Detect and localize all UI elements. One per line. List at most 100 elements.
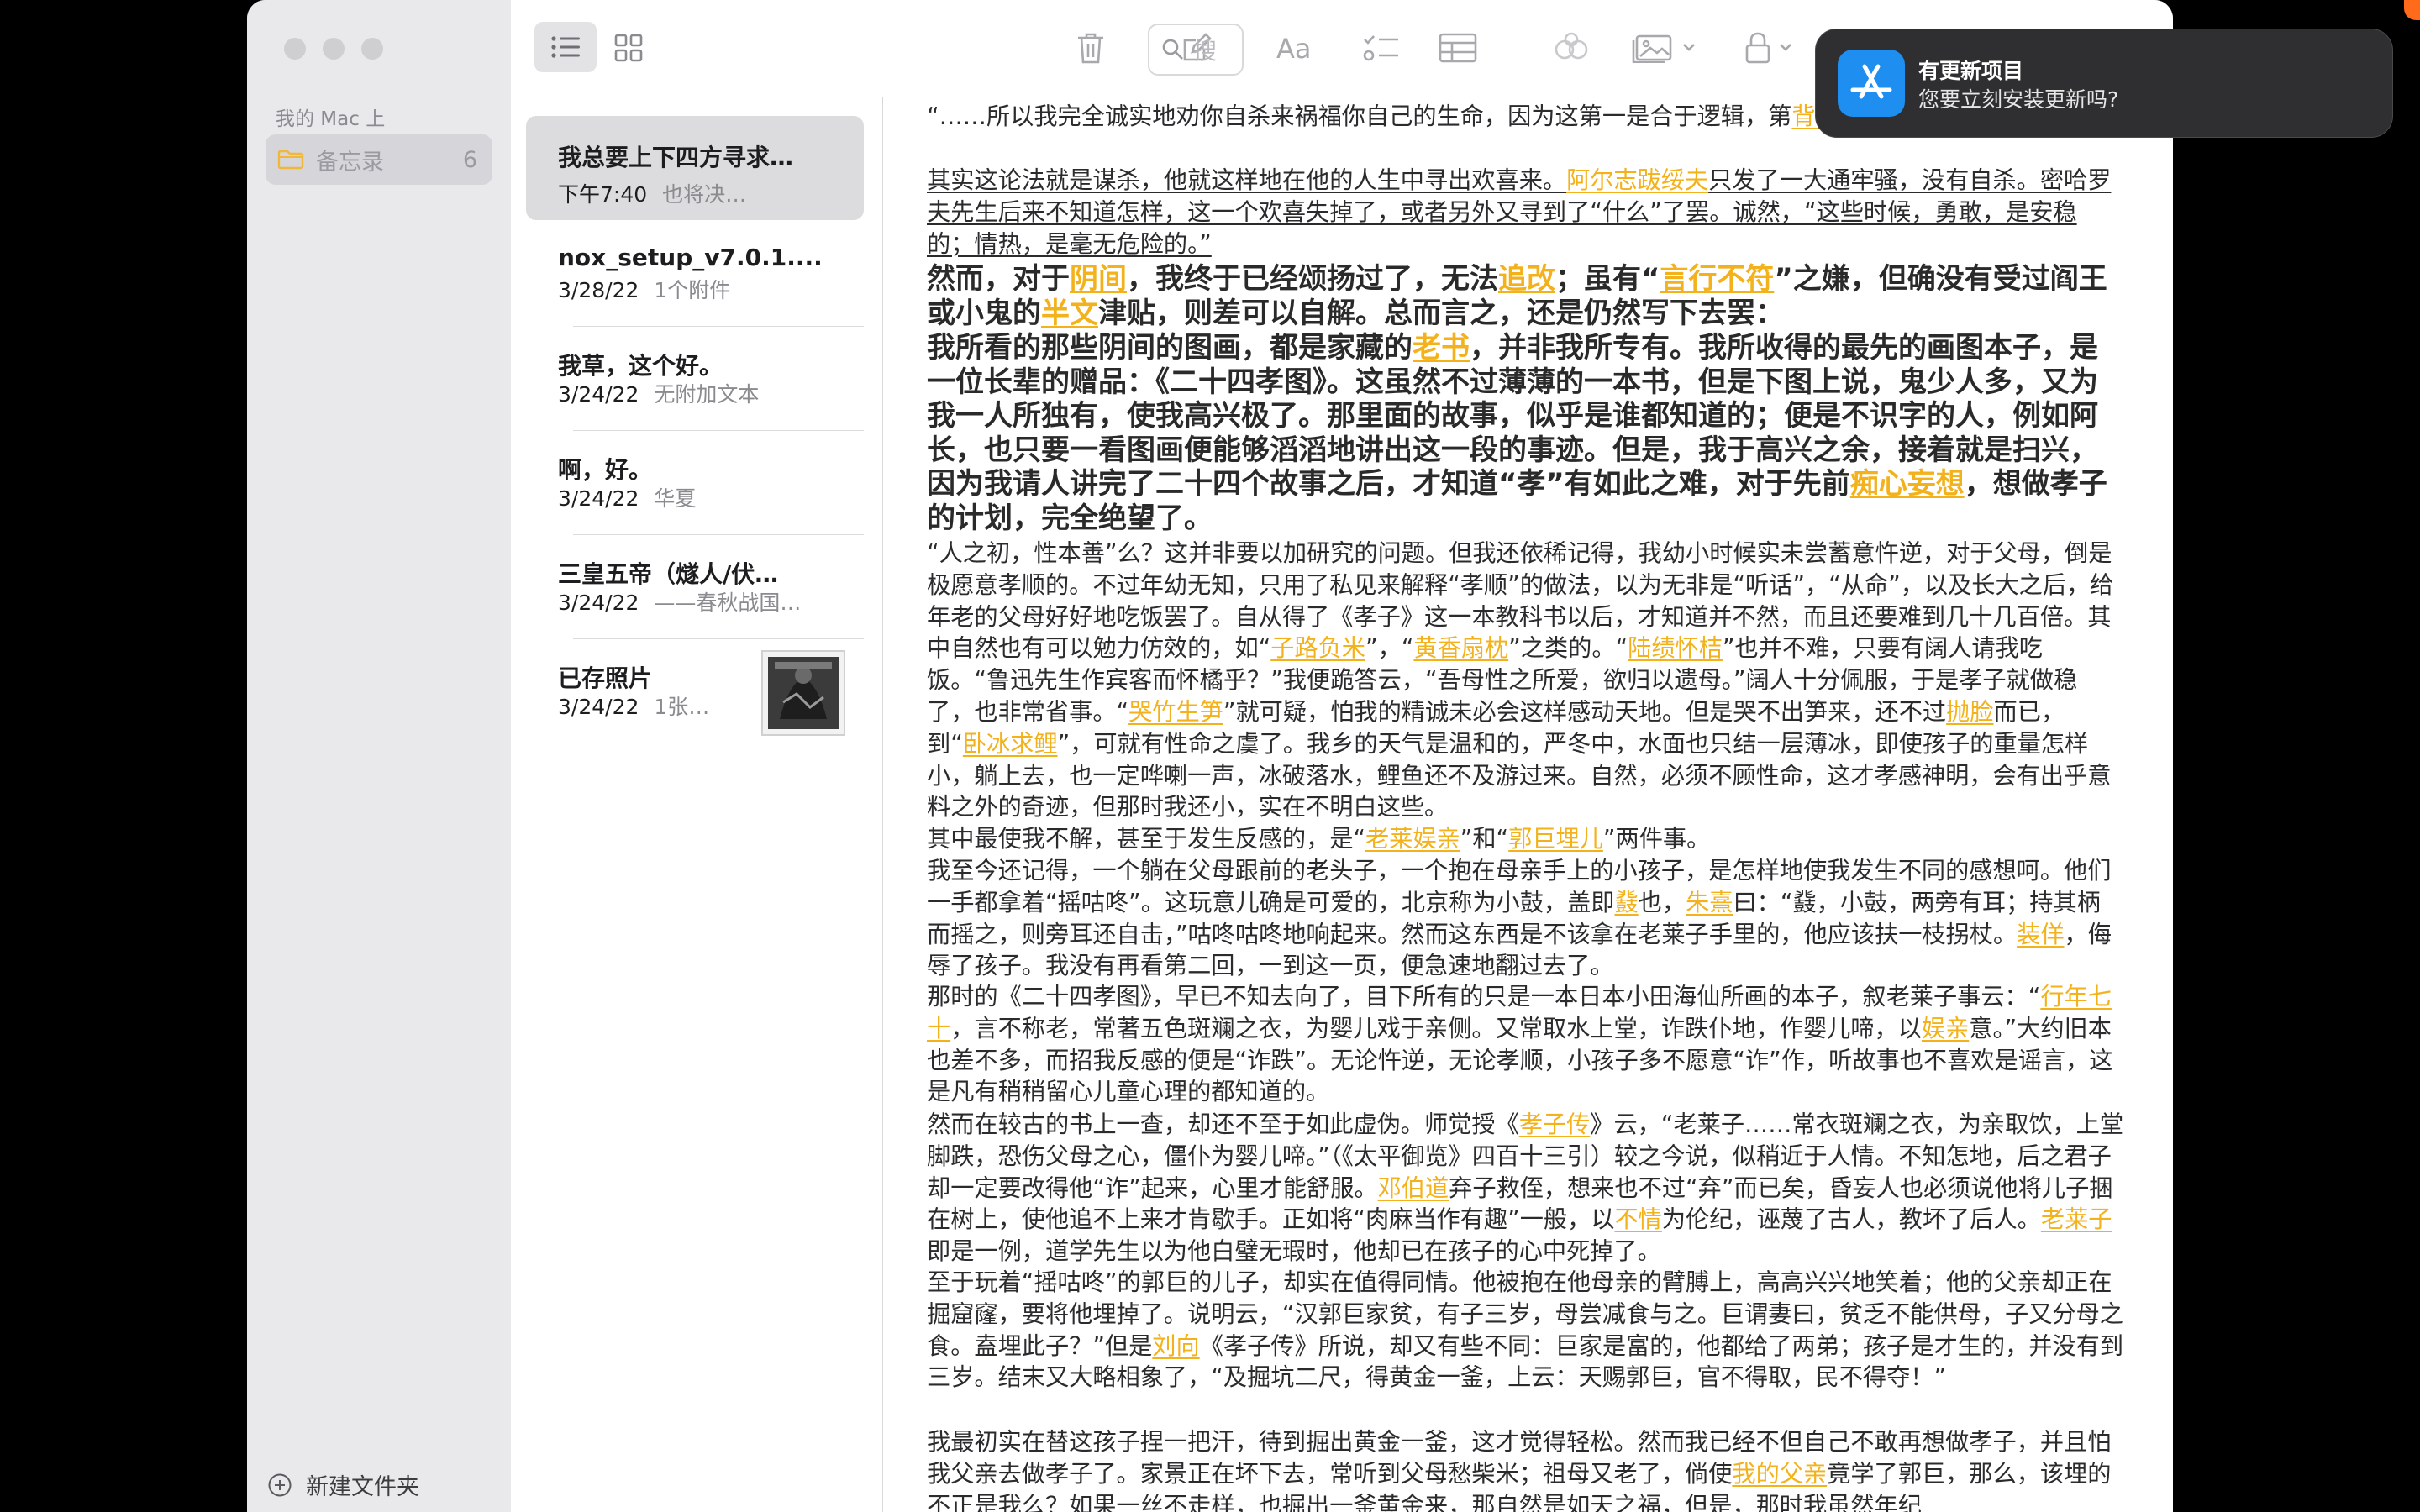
- highlighted-link[interactable]: 不情: [1614, 1205, 1661, 1233]
- highlighted-link[interactable]: 阴间: [1070, 262, 1127, 296]
- highlighted-link[interactable]: 朱熹: [1686, 889, 1733, 916]
- plus-circle-icon: [267, 1473, 292, 1498]
- magnifier-icon: [1161, 38, 1185, 61]
- highlighted-link[interactable]: 半文: [1041, 297, 1098, 330]
- note-text: 然而在较古的书上一查，却还不至于如此虚伪。师觉授《: [927, 1110, 1519, 1138]
- minimize-window-button[interactable]: [323, 38, 345, 60]
- note-text: 为伦纪，诬蔑了古人，教坏了后人。: [1661, 1205, 2041, 1234]
- highlighted-link[interactable]: 鼗: [1614, 889, 1638, 916]
- update-notification[interactable]: 有更新项目 您要立刻安装更新吗?: [1815, 29, 2393, 138]
- note-text: 然而，对于: [927, 262, 1070, 296]
- note-text: ；虽有“: [1555, 262, 1660, 296]
- window-controls: [284, 38, 383, 60]
- note-preview: ——春秋战国…: [654, 591, 802, 615]
- delete-button[interactable]: [1065, 27, 1116, 69]
- note-meta: 3/24/22 ——春秋战国…: [558, 586, 835, 617]
- grid-icon: [613, 33, 644, 63]
- note-divider: [573, 326, 864, 327]
- note-editor[interactable]: “……所以我完全诚实地劝你自杀来祸福你自己的生命，因为这第一是合于逻辑，第背驰。…: [883, 97, 2173, 1512]
- format-button[interactable]: Aa: [1272, 27, 1323, 69]
- highlighted-link[interactable]: 陆绩怀桔: [1628, 634, 1723, 662]
- note-date: 3/24/22: [558, 591, 639, 615]
- note-paragraph: “人之初，性本善”么？这并非要以加研究的问题。但我还依稀记得，我幼小时候实未尝蓄…: [927, 538, 2123, 823]
- note-text: ”，可就有性命之虞了。我乡的天气是温和的，严冬中，水面也只结一层薄冰，即使孩子的…: [927, 729, 2112, 822]
- note-preview: 1张…: [654, 695, 710, 719]
- note-paragraph: 至于玩着“摇咕咚”的郭巨的儿子，却实在值得同情。他被抱在他母亲的臂膊上，高高兴兴…: [927, 1267, 2123, 1394]
- checklist-icon: [1363, 33, 1400, 63]
- note-title[interactable]: 我草，这个好。: [558, 348, 835, 381]
- search-field[interactable]: 搜: [1148, 24, 1244, 76]
- note-date: 下午7:40: [558, 182, 648, 207]
- note-meta: 下午7:40 也将决…: [558, 178, 835, 208]
- sidebar-item-count: 6: [462, 146, 477, 173]
- highlighted-link[interactable]: 我的父亲: [1732, 1460, 1827, 1488]
- note-preview: 无附加文本: [654, 382, 760, 407]
- sidebar-section-header: 我的 Mac 上: [276, 108, 386, 130]
- sidebar-item-label: 备忘录: [316, 149, 384, 176]
- checklist-button[interactable]: [1356, 27, 1407, 69]
- table-button[interactable]: [1428, 27, 1487, 69]
- list-view-button[interactable]: [534, 22, 597, 72]
- note-text: 其实这论法就是谋杀，他就这样地在他的人生中寻出欢喜来。: [927, 166, 1567, 194]
- note-list-item-selected[interactable]: 我总要上下四方寻求… 下午7:40 也将决…: [526, 116, 864, 220]
- search-placeholder: 搜: [1193, 37, 1218, 65]
- folder-icon: [277, 149, 306, 171]
- note-title[interactable]: 已存照片: [558, 660, 743, 694]
- note-list: 我总要上下四方寻求… 下午7:40 也将决… nox_setup_v7.0.1..…: [511, 97, 883, 1512]
- note-divider: [573, 534, 864, 535]
- highlighted-link[interactable]: 老书: [1413, 331, 1470, 365]
- sidebar-item-notes-folder[interactable]: 备忘录 6: [266, 134, 492, 185]
- note-text: ”两件事。: [1602, 825, 1711, 853]
- highlighted-link[interactable]: 抛脸: [1946, 698, 1993, 726]
- highlighted-link[interactable]: 追改: [1498, 262, 1555, 296]
- media-button[interactable]: [1625, 27, 1706, 69]
- note-date: 3/28/22: [558, 278, 639, 302]
- note-title[interactable]: 三皇五帝（燧人/伏…: [558, 556, 835, 590]
- highlighted-link[interactable]: 卧冰求鲤: [963, 730, 1058, 758]
- note-text: ，言不称老，常著五色斑斓之衣，为婴儿戏于亲侧。又常取水上堂，诈跌仆地，作婴儿啼，…: [950, 1014, 1922, 1042]
- highlighted-link[interactable]: 老莱子: [2041, 1205, 2112, 1233]
- highlighted-link[interactable]: 痴心妄想: [1850, 467, 1965, 501]
- close-window-button[interactable]: [284, 38, 306, 60]
- highlighted-link[interactable]: 阿尔志跋绥夫: [1566, 166, 1708, 194]
- notification-body: 您要立刻安装更新吗?: [1918, 87, 2119, 112]
- highlighted-link[interactable]: 刘向: [1152, 1332, 1199, 1360]
- highlighted-link[interactable]: 黄香扇枕: [1413, 634, 1508, 662]
- note-heading-paragraph: 然而，对于阴间，我终于已经颂扬过了，无法追改；虽有“言行不符”之嫌，但确没有受过…: [927, 262, 2123, 330]
- new-folder-button[interactable]: 新建文件夹: [267, 1468, 419, 1501]
- collaborate-link-button[interactable]: [1546, 27, 1597, 69]
- new-folder-label: 新建文件夹: [306, 1474, 419, 1500]
- note-date: 3/24/22: [558, 382, 639, 407]
- note-meta: 3/28/22 1个附件: [558, 274, 835, 304]
- gallery-view-button[interactable]: [603, 27, 654, 69]
- note-title[interactable]: nox_setup_v7.0.1....: [558, 244, 835, 271]
- highlighted-link[interactable]: 言行不符: [1660, 262, 1774, 296]
- highlighted-link[interactable]: 邓伯道: [1378, 1174, 1449, 1202]
- table-icon: [1439, 33, 1477, 63]
- note-paragraph: 其中最使我不解，甚至于发生反感的，是“老莱娱亲”和“郭巨埋儿”两件事。: [927, 823, 2123, 855]
- text-format-icon: Aa: [1276, 34, 1318, 62]
- highlighted-link[interactable]: 孝子传: [1519, 1110, 1591, 1138]
- note-text: ”就可疑，怕我的精诚未必会这样感动天地。但是哭不出笋来，还不过: [1223, 697, 1947, 726]
- note-preview: 1个附件: [654, 278, 731, 302]
- lock-button[interactable]: [1738, 27, 1805, 69]
- note-meta: 3/24/22 无附加文本: [558, 378, 835, 408]
- highlighted-link[interactable]: 哭竹生笋: [1128, 698, 1223, 726]
- zoom-window-button[interactable]: [361, 38, 383, 60]
- app-store-icon: [1838, 50, 1905, 117]
- note-text: ，我终于已经颂扬过了，无法: [1127, 262, 1498, 296]
- highlighted-link[interactable]: 老莱娱亲: [1365, 825, 1460, 853]
- note-paragraph: 其实这论法就是谋杀，他就这样地在他的人生中寻出欢喜来。阿尔志跋绥夫只发了一大通牢…: [927, 165, 2123, 260]
- highlighted-link[interactable]: 装佯: [2017, 921, 2064, 948]
- note-text: 其中最使我不解，甚至于发生反感的，是“: [927, 825, 1365, 853]
- sidebar: 我的 Mac 上 备忘录 6 新建文件夹: [247, 0, 512, 1512]
- highlighted-link[interactable]: 娱亲: [1922, 1015, 1969, 1042]
- note-date: 3/24/22: [558, 695, 639, 719]
- note-text: 那时的《二十四孝图》，早已不知去向了，目下所有的只是一本日本小田海仙所画的本子，…: [927, 983, 2041, 1011]
- note-title[interactable]: 啊，好。: [558, 452, 835, 486]
- status-indicator: [2404, 0, 2420, 20]
- highlighted-link[interactable]: 子路负米: [1270, 634, 1365, 662]
- highlighted-link[interactable]: 郭巨埋儿: [1508, 825, 1603, 853]
- note-heading-paragraph: 我所看的那些阴间的图画，都是家藏的老书，并非我所专有。我所收得的最先的画图本子，…: [927, 331, 2123, 535]
- lock-icon: [1742, 31, 1801, 65]
